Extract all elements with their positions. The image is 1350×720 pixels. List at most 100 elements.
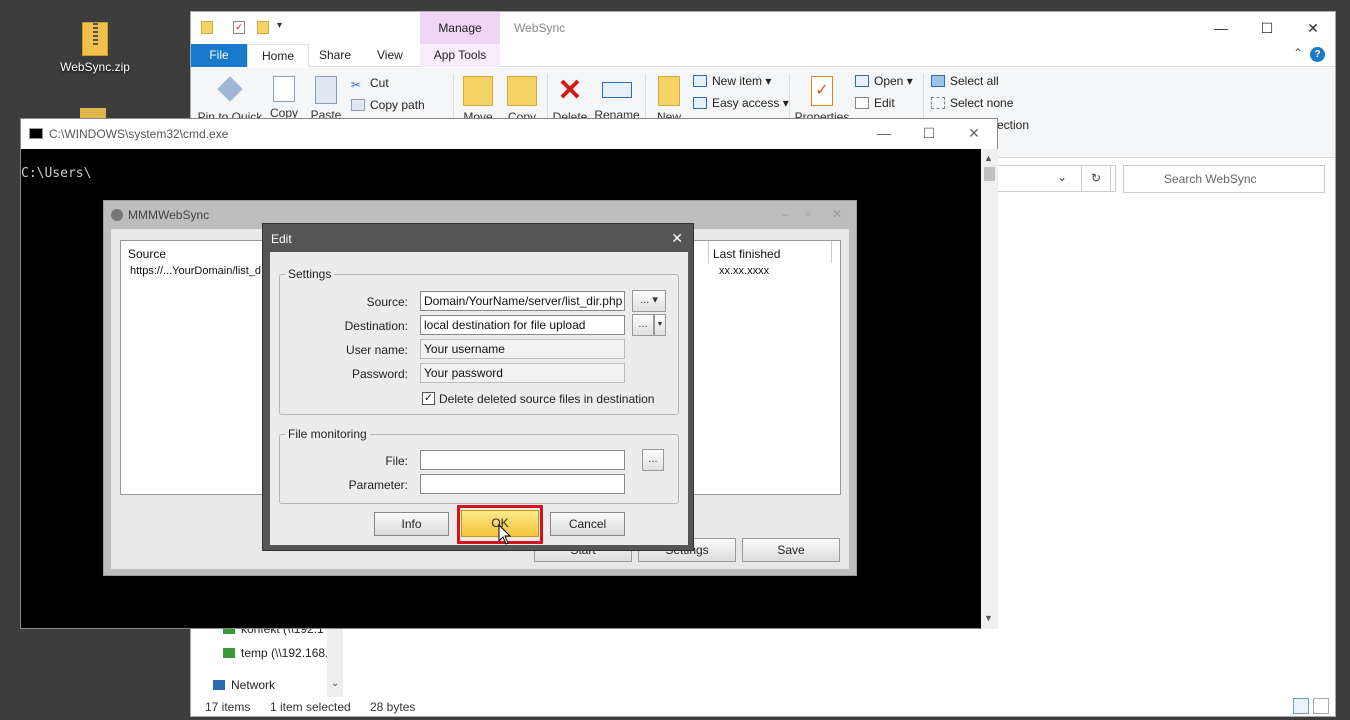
select-none-button[interactable]: Select none [931, 96, 1013, 110]
edit-icon [855, 97, 869, 109]
open-button[interactable]: Open ▾ [855, 74, 913, 88]
new-folder-quick-icon[interactable] [257, 21, 269, 34]
properties-quick-icon[interactable]: ✓ [233, 21, 245, 34]
edit-dialog: Edit ✕ Settings Source: Domain/YourName/… [262, 223, 694, 551]
minimize-button[interactable]: — [1198, 16, 1244, 40]
details-view-icon[interactable] [1293, 698, 1309, 714]
cut-button[interactable]: ✂ Cut [351, 76, 389, 92]
tab-file[interactable]: File [191, 44, 247, 67]
password-label: Password: [351, 367, 408, 381]
close-icon[interactable]: ✕ [671, 230, 683, 247]
file-browse-button[interactable]: ... [642, 449, 664, 471]
source-browse-button[interactable]: ... ▾ [632, 290, 666, 312]
destination-label: Destination: [344, 319, 408, 333]
edit-title: Edit [271, 232, 292, 246]
mmm-minimize-button[interactable]: – [782, 207, 789, 221]
scroll-down-icon[interactable]: ▼ [984, 613, 993, 623]
destination-input[interactable]: local destination for file upload [420, 315, 625, 335]
destination-dropdown-icon[interactable]: ▼ [654, 314, 666, 336]
tab-home[interactable]: Home [247, 44, 310, 67]
select-all-button[interactable]: Select all [931, 74, 999, 88]
easy-access-button[interactable]: Easy access ▾ [693, 96, 789, 110]
file-monitoring-label: File monitoring [285, 427, 370, 441]
settings-group-label: Settings [285, 267, 335, 281]
cmd-title: C:\WINDOWS\system32\cmd.exe [49, 127, 229, 141]
tab-view[interactable]: View [363, 44, 417, 67]
username-input[interactable]: Your username [420, 339, 625, 359]
customize-quick-access-icon[interactable]: ▾ [277, 20, 282, 31]
destination-browse-button[interactable]: ... [632, 314, 654, 336]
delete-checkbox[interactable]: ✓ [422, 392, 435, 405]
cmd-icon [29, 128, 43, 139]
mmm-maximize-button[interactable]: ▫ [806, 207, 810, 221]
copy-button[interactable]: Copy [265, 68, 303, 120]
nav-item-temp[interactable]: temp (\\192.168. [211, 641, 343, 665]
tab-app-tools[interactable]: App Tools [420, 44, 500, 67]
zip-file-icon [82, 22, 108, 56]
properties-button[interactable]: ✓ Properties [791, 68, 853, 124]
info-button[interactable]: Info [374, 512, 449, 536]
copy-to-icon [507, 76, 537, 106]
copy-path-button[interactable]: Copy path [351, 98, 425, 112]
save-button[interactable]: Save [742, 538, 840, 562]
copy-to-button[interactable]: Copy [501, 68, 543, 124]
rename-button[interactable]: Rename [593, 68, 641, 122]
refresh-button[interactable]: ↻ [1081, 165, 1111, 192]
file-input[interactable] [420, 450, 625, 470]
new-item-button[interactable]: New item ▾ [693, 74, 771, 88]
source-label: Source: [366, 295, 408, 309]
large-icons-view-icon[interactable] [1313, 698, 1329, 714]
mmm-close-button[interactable]: ✕ [832, 207, 842, 221]
pin-to-quick-button[interactable]: Pin to Quick [197, 68, 263, 124]
cmd-maximize-button[interactable]: ☐ [906, 121, 952, 145]
cancel-button[interactable]: Cancel [550, 512, 625, 536]
item-count: 17 items [205, 700, 251, 714]
select-none-icon [931, 97, 945, 109]
delete-button[interactable]: ✕ Delete [549, 68, 591, 125]
row-last-finished-value[interactable]: xx.xx.xxxx [719, 265, 769, 277]
navigation-pane: konfekt (\\192.1 temp (\\192.168. Networ… [211, 617, 343, 697]
search-input[interactable]: Search WebSync [1123, 165, 1325, 193]
column-source[interactable]: Source [128, 247, 166, 261]
edit-titlebar: Edit ✕ [263, 224, 693, 252]
move-to-button[interactable]: Move [457, 68, 499, 124]
row-source-value[interactable]: https://...YourDomain/list_d [130, 265, 261, 277]
delete-checkbox-label[interactable]: Delete deleted source files in destinati… [439, 392, 654, 406]
network-icon [213, 680, 225, 690]
tab-share[interactable]: Share [305, 44, 365, 67]
view-switcher [1289, 698, 1329, 717]
parameter-input[interactable] [420, 474, 625, 494]
file-label: File: [385, 454, 408, 468]
open-icon [855, 75, 869, 87]
cmd-minimize-button[interactable]: — [861, 121, 907, 145]
new-item-icon [693, 75, 707, 87]
source-input[interactable]: Domain/YourName/server/list_dir.php [420, 291, 625, 311]
copy-path-icon [351, 99, 365, 111]
invert-selection-button[interactable]: ection [997, 118, 1029, 132]
username-label: User name: [345, 343, 408, 357]
new-folder-icon [658, 76, 680, 106]
explorer-titlebar: ✓ ▾ Manage WebSync — ☐ ✕ [191, 12, 1335, 44]
paste-button[interactable]: Paste [307, 68, 345, 122]
select-all-icon [931, 75, 945, 87]
maximize-button[interactable]: ☐ [1244, 16, 1290, 40]
edit-button[interactable]: Edit [855, 96, 895, 110]
manage-tab-header[interactable]: Manage [420, 12, 500, 44]
ribbon-tabs: File Home Share View App Tools ⌃ ? [191, 44, 1335, 67]
mouse-cursor-icon [498, 524, 512, 545]
password-input[interactable]: Your password [420, 363, 625, 383]
cmd-scrollbar[interactable] [981, 149, 998, 629]
collapse-ribbon-icon[interactable]: ⌃ [1293, 46, 1303, 60]
help-icon[interactable]: ? [1310, 47, 1325, 62]
address-dropdown-icon[interactable]: ⌄ [1057, 170, 1067, 184]
desktop-zip-file[interactable]: WebSync.zip [50, 22, 140, 74]
close-button[interactable]: ✕ [1290, 16, 1336, 40]
cmd-scroll-thumb[interactable] [984, 167, 995, 181]
cmd-close-button[interactable]: ✕ [951, 121, 997, 145]
folder-icon [201, 21, 213, 34]
scroll-down-icon[interactable]: ⌄ [331, 678, 339, 689]
scroll-up-icon[interactable]: ▲ [984, 153, 993, 163]
nav-item-network[interactable]: Network [211, 673, 343, 697]
column-last-finished[interactable]: Last finished [713, 247, 780, 261]
new-folder-button[interactable]: New [647, 68, 691, 124]
